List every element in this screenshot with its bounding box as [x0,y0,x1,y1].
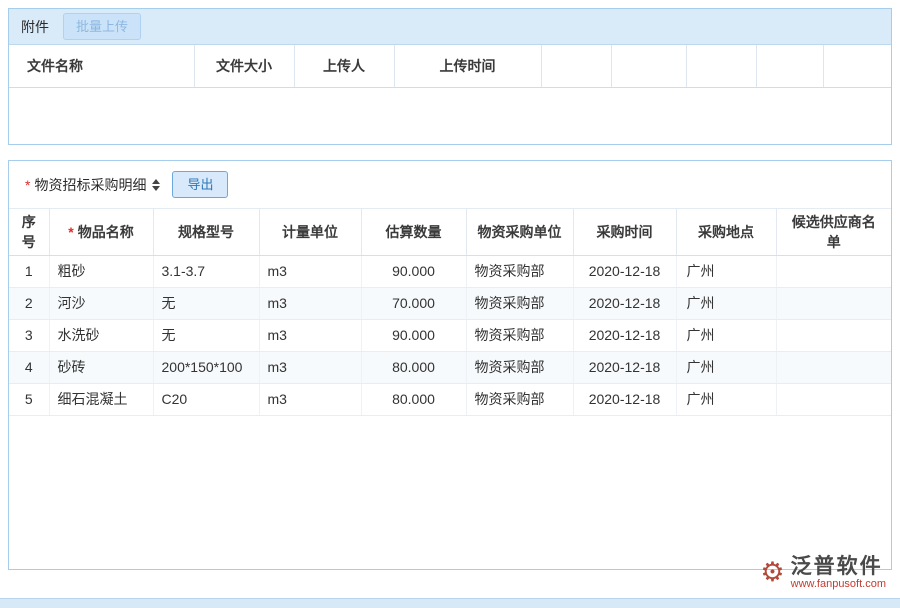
cell-place: 广州 [676,351,776,383]
cell-unit: m3 [259,351,361,383]
attachments-column-header [756,45,823,87]
attachments-empty-row [9,87,891,143]
cell-seq: 4 [9,351,49,383]
export-button[interactable]: 导出 [172,171,228,199]
cell-name: 水洗砂 [49,319,153,351]
procurement-title: 物资招标采购明细 [34,175,146,195]
cell-qty: 80.000 [361,383,466,415]
cell-spec: 200*150*100 [153,351,259,383]
required-asterisk: * [68,224,73,240]
required-asterisk: * [25,177,30,193]
table-row[interactable]: 3水洗砂无m390.000物资采购部2020-12-18广州 [9,319,891,351]
cell-date: 2020-12-18 [573,351,676,383]
cell-unit: m3 [259,287,361,319]
table-row[interactable]: 4砂砖200*150*100m380.000物资采购部2020-12-18广州 [9,351,891,383]
batch-upload-button[interactable]: 批量上传 [63,13,141,41]
cell-place: 广州 [676,287,776,319]
cell-spec: C20 [153,383,259,415]
procurement-column-header: 规格型号 [153,209,259,255]
attachments-column-header [611,45,686,87]
cell-buyer: 物资采购部 [466,383,573,415]
cell-buyer: 物资采购部 [466,287,573,319]
cell-name: 河沙 [49,287,153,319]
cell-unit: m3 [259,319,361,351]
cell-qty: 70.000 [361,287,466,319]
cell-buyer: 物资采购部 [466,319,573,351]
attachments-column-header: 文件名称 [9,45,194,87]
procurement-column-header: *物品名称 [49,209,153,255]
cell-seq: 1 [9,255,49,287]
procurement-column-header: 物资采购单位 [466,209,573,255]
cell-qty: 90.000 [361,255,466,287]
cell-place: 广州 [676,319,776,351]
cell-seq: 2 [9,287,49,319]
procurement-column-header: 采购时间 [573,209,676,255]
cell-suppliers [776,287,891,319]
procurement-column-header: 序号 [9,209,49,255]
attachments-column-header: 上传时间 [394,45,541,87]
procurement-body: 1粗砂3.1-3.7m390.000物资采购部2020-12-18广州2河沙无m… [9,255,891,415]
vendor-watermark-text: 泛普软件 www.fanpusoft.com [791,555,886,590]
attachments-column-header: 上传人 [294,45,394,87]
cell-unit: m3 [259,255,361,287]
attachments-column-header [823,45,891,87]
attachments-header-row: 文件名称文件大小上传人上传时间 [9,45,891,87]
cell-suppliers [776,255,891,287]
vendor-watermark: ⚙ 泛普软件 www.fanpusoft.com [760,555,886,590]
attachments-title: 附件 [21,17,49,37]
procurement-column-header: 计量单位 [259,209,361,255]
cell-name: 粗砂 [49,255,153,287]
cell-name: 砂砖 [49,351,153,383]
attachments-column-header [541,45,611,87]
cell-date: 2020-12-18 [573,319,676,351]
sort-up-icon [152,179,160,184]
cell-seq: 5 [9,383,49,415]
procurement-column-header: 估算数量 [361,209,466,255]
cell-qty: 90.000 [361,319,466,351]
cell-name: 细石混凝土 [49,383,153,415]
cell-buyer: 物资采购部 [466,255,573,287]
cell-qty: 80.000 [361,351,466,383]
attachments-header-bar: 附件 批量上传 [9,9,891,45]
cell-place: 广州 [676,255,776,287]
attachments-column-header [686,45,756,87]
cell-place: 广州 [676,383,776,415]
cell-suppliers [776,351,891,383]
sort-down-icon [152,186,160,191]
vendor-brand: 泛普软件 [791,555,883,578]
procurement-table: 序号*物品名称规格型号计量单位估算数量物资采购单位采购时间采购地点候选供应商名单… [9,209,891,416]
attachments-empty-area [9,87,891,143]
gear-logo-icon: ⚙ [760,559,784,586]
attachments-column-header: 文件大小 [194,45,294,87]
procurement-column-header: 采购地点 [676,209,776,255]
procurement-panel: * 物资招标采购明细 导出 序号*物品名称规格型号计量单位估算数量物资采购单位采… [8,160,892,570]
table-row[interactable]: 5细石混凝土C20m380.000物资采购部2020-12-18广州 [9,383,891,415]
cell-seq: 3 [9,319,49,351]
procurement-column-header: 候选供应商名单 [776,209,891,255]
cell-date: 2020-12-18 [573,383,676,415]
cell-spec: 3.1-3.7 [153,255,259,287]
sort-control-icon[interactable] [152,179,160,191]
cell-suppliers [776,383,891,415]
table-row[interactable]: 1粗砂3.1-3.7m390.000物资采购部2020-12-18广州 [9,255,891,287]
cell-date: 2020-12-18 [573,287,676,319]
cell-buyer: 物资采购部 [466,351,573,383]
cell-suppliers [776,319,891,351]
procurement-title-row: * 物资招标采购明细 导出 [9,161,891,209]
cell-spec: 无 [153,319,259,351]
attachments-panel: 附件 批量上传 文件名称文件大小上传人上传时间 [8,8,892,145]
cell-unit: m3 [259,383,361,415]
procurement-header-row: 序号*物品名称规格型号计量单位估算数量物资采购单位采购时间采购地点候选供应商名单 [9,209,891,255]
cell-spec: 无 [153,287,259,319]
attachments-table: 文件名称文件大小上传人上传时间 [9,45,891,143]
vendor-url: www.fanpusoft.com [791,578,886,590]
cell-date: 2020-12-18 [573,255,676,287]
table-row[interactable]: 2河沙无m370.000物资采购部2020-12-18广州 [9,287,891,319]
